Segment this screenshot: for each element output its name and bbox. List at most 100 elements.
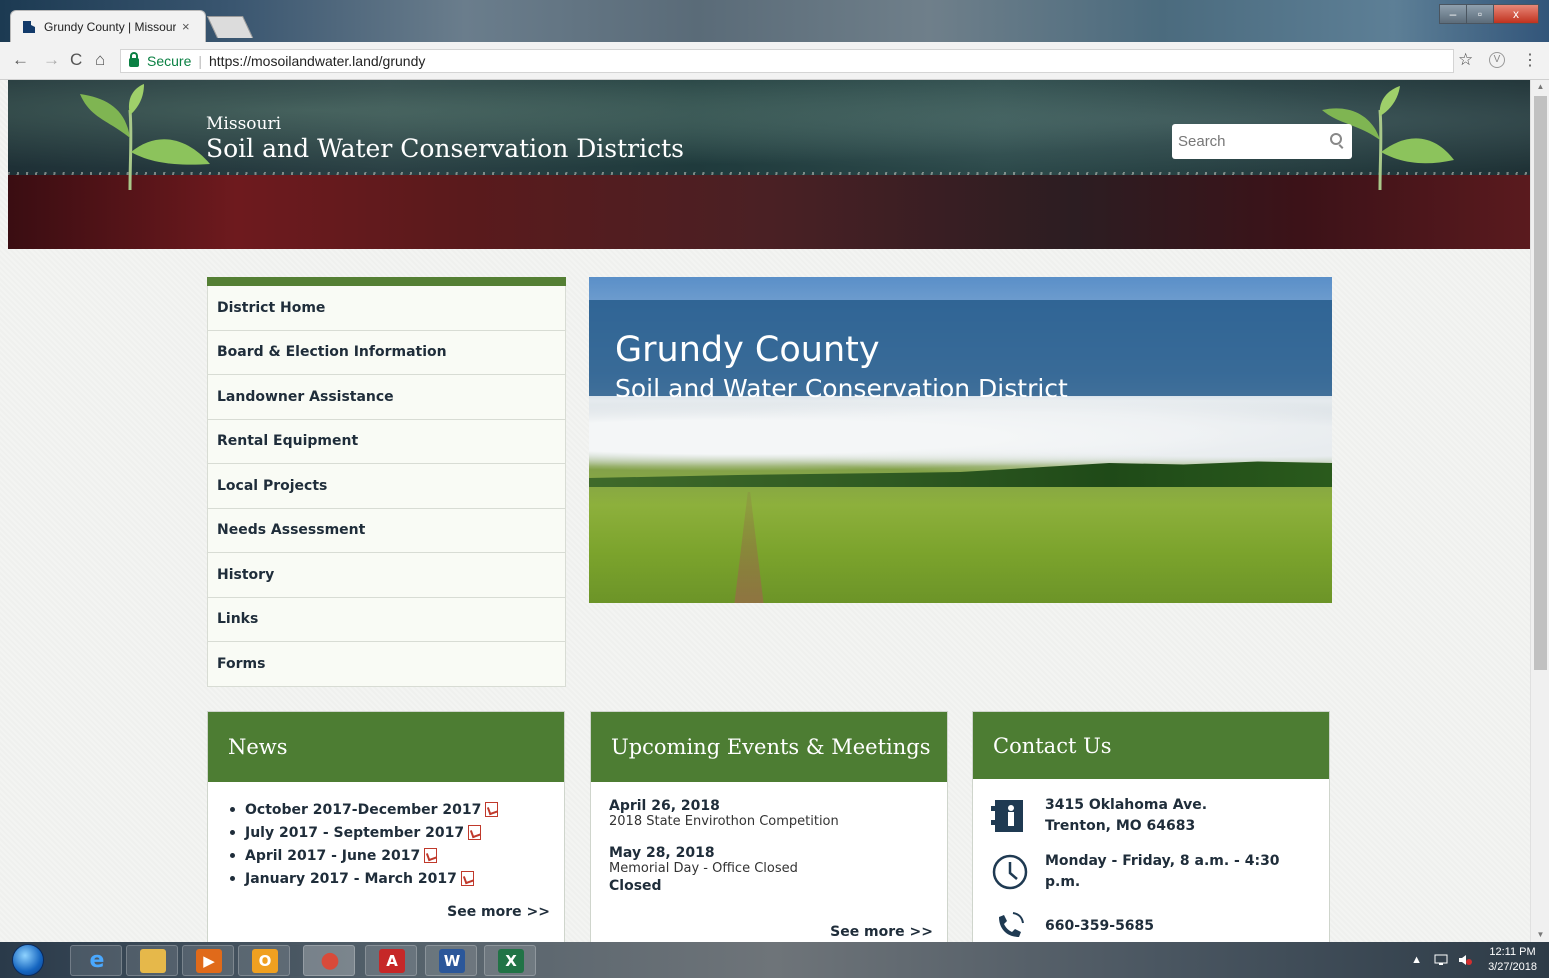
network-icon[interactable] <box>1434 954 1448 966</box>
close-window-button[interactable]: x <box>1493 4 1539 24</box>
news-item[interactable]: April 2017 - June 2017 <box>230 844 546 867</box>
scroll-down-arrow-icon[interactable]: ▼ <box>1531 928 1549 942</box>
start-button-icon[interactable] <box>12 944 44 976</box>
excel-icon: X <box>498 949 524 973</box>
pdf-icon[interactable] <box>468 825 482 840</box>
taskbar-clock[interactable]: 12:11 PM 3/27/2018 <box>1488 945 1537 975</box>
nav-item-district-home[interactable]: District Home <box>207 286 566 331</box>
nav-item-rental-equipment[interactable]: Rental Equipment <box>207 419 566 464</box>
taskbar-app-explorer[interactable] <box>126 945 178 976</box>
news-item-label[interactable]: April 2017 - June 2017 <box>245 848 420 864</box>
contact-body: 3415 Oklahoma Ave. Trenton, MO 64683 Mon… <box>973 779 1329 942</box>
news-item[interactable]: July 2017 - September 2017 <box>230 821 546 844</box>
site-banner: Missouri Soil and Water Conservation Dis… <box>8 80 1530 249</box>
volume-muted-icon[interactable] <box>1458 954 1473 966</box>
news-heading: News <box>208 712 564 782</box>
address-line2: Trenton, MO 64683 <box>1045 818 1196 834</box>
taskbar-app-acrobat[interactable]: A <box>365 945 417 976</box>
tray-expand-icon[interactable]: ▲ <box>1411 954 1422 966</box>
bullet-icon <box>230 830 235 835</box>
page-scrollbar[interactable]: ▲ ▼ <box>1530 80 1549 942</box>
pdf-icon[interactable] <box>485 802 499 817</box>
nav-item-board-election[interactable]: Board & Election Information <box>207 330 566 375</box>
nav-item-landowner-assistance[interactable]: Landowner Assistance <box>207 375 566 420</box>
nav-item-history[interactable]: History <box>207 553 566 598</box>
banner-title[interactable]: Soil and Water Conservation Districts <box>206 134 684 163</box>
internet-explorer-icon: e <box>89 948 105 973</box>
hero-trail <box>734 492 764 603</box>
tab-title: Grundy County | Missour <box>44 19 176 34</box>
phone-icon <box>999 912 1024 937</box>
banner-soil <box>8 175 1530 249</box>
events-body: April 26, 2018 2018 State Envirothon Com… <box>591 782 947 894</box>
contact-address: 3415 Oklahoma Ave. Trenton, MO 64683 <box>1045 795 1207 837</box>
contact-heading: Contact Us <box>973 712 1329 779</box>
taskbar-app-chrome[interactable]: ● <box>303 945 355 976</box>
forward-icon[interactable]: → <box>43 50 60 70</box>
taskbar-app-outlook[interactable]: O <box>238 945 290 976</box>
news-item[interactable]: October 2017-December 2017 <box>230 798 546 821</box>
extension-icon[interactable]: V <box>1489 52 1505 68</box>
nav-item-forms[interactable]: Forms <box>207 642 566 687</box>
pdf-icon[interactable] <box>424 848 438 863</box>
nav-item-local-projects[interactable]: Local Projects <box>207 464 566 509</box>
event-item: May 28, 2018 Memorial Day - Office Close… <box>609 845 929 894</box>
news-item[interactable]: January 2017 - March 2017 <box>230 867 546 890</box>
contact-phone[interactable]: 660-359-5685 <box>1045 916 1154 937</box>
window-controls: – ▫ x <box>1439 4 1539 24</box>
minimize-button[interactable]: – <box>1439 4 1467 24</box>
news-card: News October 2017-December 2017 July 201… <box>207 711 565 942</box>
browser-menu-icon[interactable]: ⋮ <box>1522 50 1538 70</box>
browser-titlebar: Grundy County | Missour × – ▫ x <box>0 0 1549 42</box>
nav-item-links[interactable]: Links <box>207 597 566 642</box>
maximize-button[interactable]: ▫ <box>1466 4 1494 24</box>
page-viewport: Missouri Soil and Water Conservation Dis… <box>0 80 1530 942</box>
contact-card: Contact Us 3415 Oklahoma Ave. Trenton, M… <box>972 711 1330 942</box>
news-item-label[interactable]: July 2017 - September 2017 <box>245 825 464 841</box>
news-list: October 2017-December 2017 July 2017 - S… <box>226 798 546 890</box>
lock-icon <box>129 52 139 67</box>
hero-title-band: Grundy County Soil and Water Conservatio… <box>589 300 1332 403</box>
events-see-more-link[interactable]: See more >> <box>830 924 933 940</box>
clock-icon <box>992 854 1028 890</box>
tab-close-icon[interactable]: × <box>182 19 190 34</box>
scroll-up-arrow-icon[interactable]: ▲ <box>1531 80 1549 94</box>
contact-address-row: 3415 Oklahoma Ave. Trenton, MO 64683 <box>991 795 1311 837</box>
taskbar-app-excel[interactable]: X <box>484 945 536 976</box>
event-name[interactable]: 2018 State Envirothon Competition <box>609 814 929 829</box>
banner-subtitle: Missouri <box>206 114 282 134</box>
address-bar[interactable]: Secure | https://mosoilandwater.land/gru… <box>120 49 1454 73</box>
taskbar-app-ie[interactable]: e <box>70 945 122 976</box>
pdf-icon[interactable] <box>460 871 474 886</box>
events-heading: Upcoming Events & Meetings <box>591 712 947 782</box>
search-box <box>1172 124 1352 159</box>
new-tab-button[interactable] <box>206 16 254 38</box>
news-see-more-link[interactable]: See more >> <box>447 904 550 920</box>
news-item-label[interactable]: January 2017 - March 2017 <box>245 871 457 887</box>
bookmark-star-icon[interactable]: ☆ <box>1458 50 1473 70</box>
search-icon[interactable] <box>1330 133 1342 145</box>
event-item: April 26, 2018 2018 State Envirothon Com… <box>609 798 929 829</box>
reload-icon[interactable]: C <box>70 50 82 70</box>
browser-toolbar: ← → C ⌂ Secure | https://mosoilandwater.… <box>0 42 1549 80</box>
back-icon[interactable]: ← <box>12 50 29 70</box>
event-name[interactable]: Memorial Day - Office Closed <box>609 861 929 876</box>
taskbar-app-media[interactable]: ▶ <box>182 945 234 976</box>
scrollbar-thumb[interactable] <box>1534 96 1547 670</box>
nav-item-needs-assessment[interactable]: Needs Assessment <box>207 508 566 553</box>
search-input[interactable] <box>1178 133 1318 150</box>
event-date: May 28, 2018 <box>609 845 715 861</box>
home-icon[interactable]: ⌂ <box>95 50 105 70</box>
taskbar-app-word[interactable]: W <box>425 945 477 976</box>
chrome-icon: ● <box>320 948 340 973</box>
contact-hours-row: Monday - Friday, 8 a.m. - 4:30 p.m. <box>991 851 1311 893</box>
news-item-label[interactable]: October 2017-December 2017 <box>245 802 481 818</box>
outlook-icon: O <box>252 949 278 973</box>
file-explorer-icon <box>140 949 166 973</box>
district-nav: District Home Board & Election Informati… <box>207 277 566 687</box>
clock-time: 12:11 PM <box>1489 946 1536 958</box>
browser-tab-active[interactable]: Grundy County | Missour × <box>10 10 206 42</box>
acrobat-icon: A <box>379 949 405 973</box>
hero-image: Grundy County Soil and Water Conservatio… <box>589 277 1332 603</box>
bullet-icon <box>230 807 235 812</box>
